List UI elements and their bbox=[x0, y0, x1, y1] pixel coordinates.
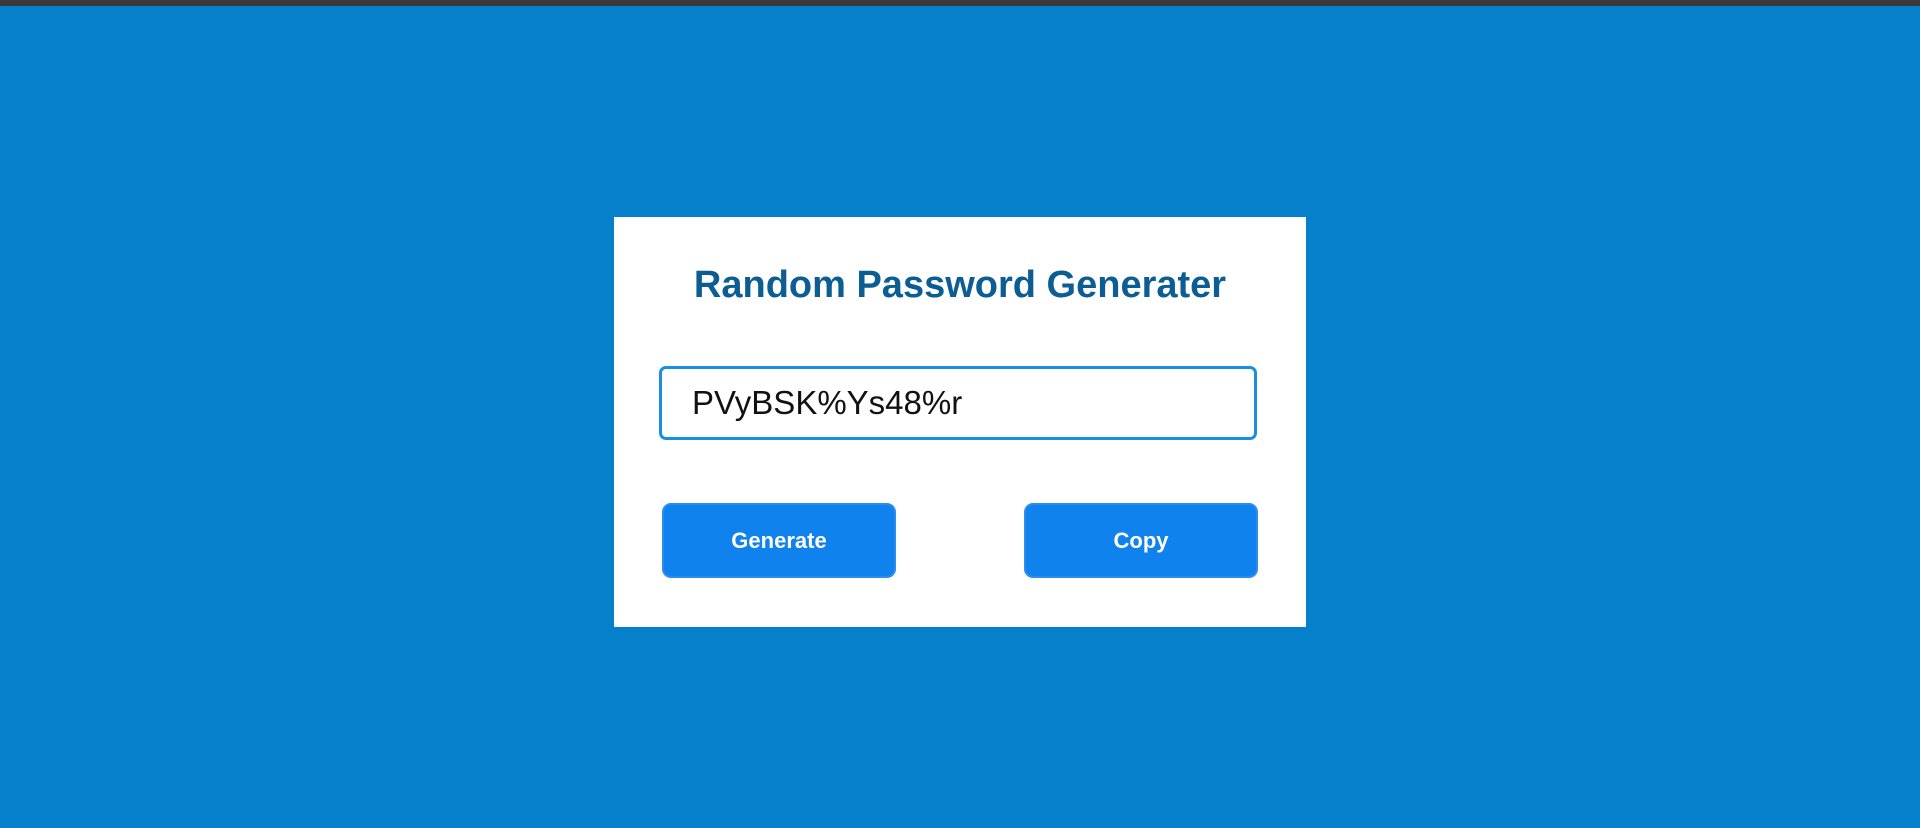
browser-top-strip bbox=[0, 0, 1920, 6]
password-output-field[interactable] bbox=[659, 366, 1257, 440]
generate-button[interactable]: Generate bbox=[662, 503, 896, 578]
copy-button[interactable]: Copy bbox=[1024, 503, 1258, 578]
page-title: Random Password Generater bbox=[693, 264, 1227, 306]
password-generator-card: Random Password Generater Generate Copy bbox=[614, 217, 1306, 627]
